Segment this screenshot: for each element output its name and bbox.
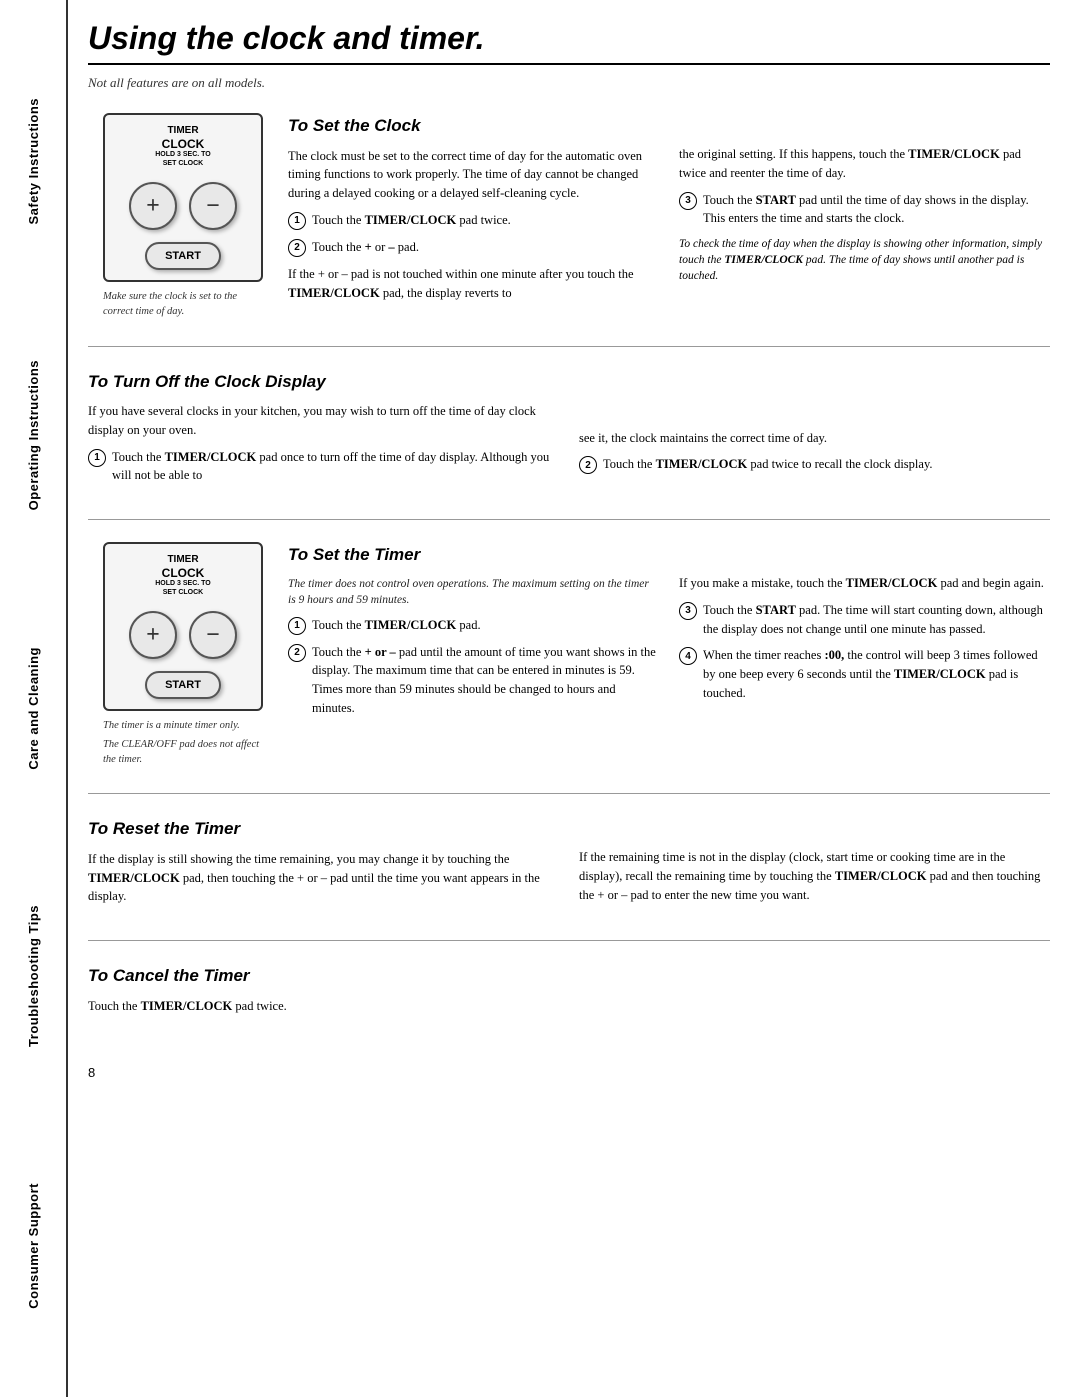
reset-timer-right-text: If the remaining time is not in the disp… xyxy=(579,848,1050,904)
page-subtitle: Not all features are on all models. xyxy=(88,75,1050,91)
page-number: 8 xyxy=(88,1065,1050,1080)
cancel-timer-empty-col xyxy=(579,963,1050,1023)
sidebar-item-care: Care and Cleaning xyxy=(26,639,41,778)
set-timer-note: The timer does not control oven operatio… xyxy=(288,576,659,608)
set-timer-content: To Set the Timer The timer does not cont… xyxy=(288,532,1050,777)
step-num-3: 3 xyxy=(679,192,697,210)
timer-illustration-panel: TIMER CLOCK HOLD 3 SEC. TO SET CLOCK + −… xyxy=(88,532,288,777)
turn-off-heading: To Turn Off the Clock Display xyxy=(88,369,559,395)
turn-off-clock-content: To Turn Off the Clock Display If you hav… xyxy=(88,359,1050,504)
turn-off-step1: 1 Touch the TIMER/CLOCK pad once to turn… xyxy=(88,448,559,486)
set-clock-content: To Set the Clock The clock must be set t… xyxy=(288,103,1050,330)
set-timer-step-num-2: 2 xyxy=(288,644,306,662)
set-timer-step-num-3: 3 xyxy=(679,602,697,620)
cancel-timer-heading: To Cancel the Timer xyxy=(88,963,559,989)
set-clock-step1: 1 Touch the TIMER/CLOCK pad twice. xyxy=(288,211,659,230)
timer-plus-minus-buttons: + − xyxy=(129,611,237,659)
set-clock-step2: 2 Touch the + or – pad. xyxy=(288,238,659,257)
plus-minus-buttons: + − xyxy=(129,182,237,230)
clock-label-2: CLOCK xyxy=(155,566,211,580)
set-timer-section: TIMER CLOCK HOLD 3 SEC. TO SET CLOCK + −… xyxy=(88,520,1050,794)
turn-off-see-text: see it, the clock maintains the correct … xyxy=(579,429,1050,448)
set-timer-step2: 2 Touch the + or – pad until the amount … xyxy=(288,643,659,718)
step2-text: Touch the + or – pad. xyxy=(312,238,419,257)
reset-timer-right-col: If the remaining time is not in the disp… xyxy=(579,816,1050,914)
set-timer-step3: 3 Touch the START pad. The time will sta… xyxy=(679,601,1050,639)
main-content: Using the clock and timer. Not all featu… xyxy=(68,0,1080,1397)
turn-off-step2-text: Touch the TIMER/CLOCK pad twice to recal… xyxy=(603,455,933,474)
minus-button[interactable]: − xyxy=(189,182,237,230)
timer-minus-button[interactable]: − xyxy=(189,611,237,659)
sidebar: Safety Instructions Operating Instructio… xyxy=(0,0,68,1397)
set-clock-right-col: the original setting. If this happens, t… xyxy=(679,113,1050,320)
cancel-timer-text: Touch the TIMER/CLOCK pad twice. xyxy=(88,997,559,1016)
set-timer-step3-text: Touch the START pad. The time will start… xyxy=(703,601,1050,639)
reset-timer-left-col: To Reset the Timer If the display is sti… xyxy=(88,816,559,914)
sidebar-item-safety: Safety Instructions xyxy=(26,90,41,233)
sidebar-labels: Safety Instructions Operating Instructio… xyxy=(0,10,66,1397)
set-timer-step1: 1 Touch the TIMER/CLOCK pad. xyxy=(288,616,659,635)
reset-timer-section: To Reset the Timer If the display is sti… xyxy=(88,794,1050,941)
set-timer-left-col: To Set the Timer The timer does not cont… xyxy=(288,542,659,767)
sidebar-item-operating: Operating Instructions xyxy=(26,352,41,518)
turn-off-step-num-1: 1 xyxy=(88,449,106,467)
set-timer-heading: To Set the Timer xyxy=(288,542,659,568)
hold-label: HOLD 3 SEC. TO xyxy=(155,151,211,159)
turn-off-right-col: see it, the clock maintains the correct … xyxy=(579,369,1050,494)
sidebar-item-troubleshooting: Troubleshooting Tips xyxy=(26,897,41,1055)
set-clock-check-text: To check the time of day when the displa… xyxy=(679,236,1050,284)
cancel-timer-section: To Cancel the Timer Touch the TIMER/CLOC… xyxy=(88,941,1050,1049)
turn-off-clock-section: To Turn Off the Clock Display If you hav… xyxy=(88,347,1050,521)
set-timer-step4-text: When the timer reaches :00, the control … xyxy=(703,646,1050,702)
cancel-timer-col: To Cancel the Timer Touch the TIMER/CLOC… xyxy=(88,963,559,1023)
set-timer-mistake-text: If you make a mistake, touch the TIMER/C… xyxy=(679,574,1050,593)
turn-off-intro: If you have several clocks in your kitch… xyxy=(88,402,559,440)
clock-label: CLOCK xyxy=(155,137,211,151)
timer-caption1: The timer is a minute timer only. xyxy=(103,719,263,734)
reset-timer-heading: To Reset the Timer xyxy=(88,816,559,842)
page-title: Using the clock and timer. xyxy=(88,20,1050,65)
step3-text: Touch the START pad until the time of da… xyxy=(703,191,1050,229)
turn-off-step1-text: Touch the TIMER/CLOCK pad once to turn o… xyxy=(112,448,559,486)
set-clock-heading: To Set the Clock xyxy=(288,113,659,139)
plus-button[interactable]: + xyxy=(129,182,177,230)
timer-plus-button[interactable]: + xyxy=(129,611,177,659)
turn-off-step-num-2: 2 xyxy=(579,456,597,474)
set-clock-label-2: SET CLOCK xyxy=(155,589,211,597)
turn-off-left-col: To Turn Off the Clock Display If you hav… xyxy=(88,369,559,494)
oven-control-panel: TIMER CLOCK HOLD 3 SEC. TO SET CLOCK + −… xyxy=(103,113,263,282)
set-clock-left-col: To Set the Clock The clock must be set t… xyxy=(288,113,659,320)
set-clock-step3: 3 Touch the START pad until the time of … xyxy=(679,191,1050,229)
set-clock-revert-text: the original setting. If this happens, t… xyxy=(679,145,1050,183)
set-clock-label: SET CLOCK xyxy=(155,160,211,168)
set-timer-step-num-1: 1 xyxy=(288,617,306,635)
step1-text: Touch the TIMER/CLOCK pad twice. xyxy=(312,211,511,230)
turn-off-step2: 2 Touch the TIMER/CLOCK pad twice to rec… xyxy=(579,455,1050,474)
step-num-2: 2 xyxy=(288,239,306,257)
hold-label-2: HOLD 3 SEC. TO xyxy=(155,580,211,588)
set-timer-step-num-4: 4 xyxy=(679,647,697,665)
timer-panel-label: TIMER CLOCK HOLD 3 SEC. TO SET CLOCK xyxy=(155,554,211,597)
set-timer-step4: 4 When the timer reaches :00, the contro… xyxy=(679,646,1050,702)
timer-caption2: The CLEAR/OFF pad does not affect the ti… xyxy=(103,738,263,767)
sidebar-item-consumer: Consumer Support xyxy=(26,1175,41,1317)
set-timer-right-col: If you make a mistake, touch the TIMER/C… xyxy=(679,542,1050,767)
timer-start-button[interactable]: START xyxy=(145,671,221,699)
set-timer-step1-text: Touch the TIMER/CLOCK pad. xyxy=(312,616,481,635)
cancel-timer-content: To Cancel the Timer Touch the TIMER/CLOC… xyxy=(88,953,1050,1033)
reset-timer-left-text: If the display is still showing the time… xyxy=(88,850,559,906)
timer-label-2: TIMER xyxy=(155,554,211,566)
clock-illustration-panel: TIMER CLOCK HOLD 3 SEC. TO SET CLOCK + −… xyxy=(88,103,288,330)
clock-caption: Make sure the clock is set to the correc… xyxy=(103,290,263,319)
set-timer-step2-text: Touch the + or – pad until the amount of… xyxy=(312,643,659,718)
timer-label: TIMER xyxy=(155,125,211,137)
set-clock-if-text: If the + or – pad is not touched within … xyxy=(288,265,659,303)
reset-timer-content: To Reset the Timer If the display is sti… xyxy=(88,806,1050,924)
start-button[interactable]: START xyxy=(145,242,221,270)
timer-control-panel: TIMER CLOCK HOLD 3 SEC. TO SET CLOCK + −… xyxy=(103,542,263,711)
panel-label: TIMER CLOCK HOLD 3 SEC. TO SET CLOCK xyxy=(155,125,211,168)
step-num-1: 1 xyxy=(288,212,306,230)
set-clock-intro: The clock must be set to the correct tim… xyxy=(288,147,659,203)
set-clock-section: TIMER CLOCK HOLD 3 SEC. TO SET CLOCK + −… xyxy=(88,103,1050,347)
